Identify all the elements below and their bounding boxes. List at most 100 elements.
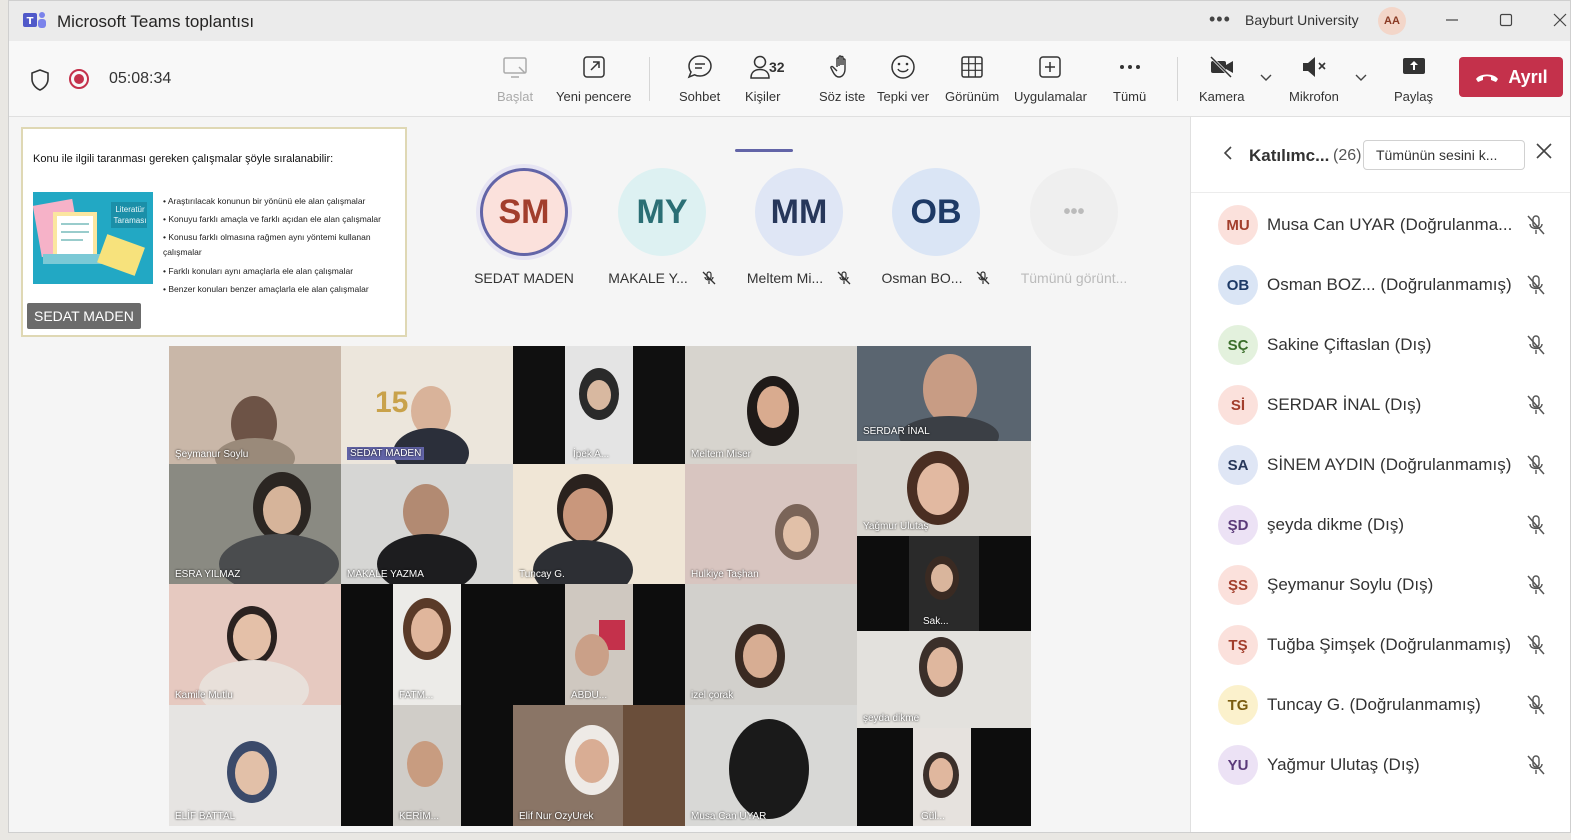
mic-off-icon[interactable] <box>1525 214 1547 236</box>
more-label: Tümü <box>1113 89 1147 104</box>
participant-row[interactable]: SÇ Sakine Çiftaslan (Dış) <box>1191 315 1570 375</box>
avatar: SA <box>1218 445 1258 485</box>
more-button[interactable]: Tümü <box>1113 53 1146 109</box>
slide-bullet: Farklı konuları aynı amaçlarla ele alan … <box>163 263 403 281</box>
mic-off-icon <box>977 271 990 285</box>
minimize-icon[interactable] <box>1441 9 1463 31</box>
mic-chevron-down-icon[interactable] <box>1354 71 1368 85</box>
mic-off-icon[interactable] <box>1525 454 1547 476</box>
mic-off-icon[interactable] <box>1525 754 1547 776</box>
video-tile[interactable]: ESRA YILMAZ <box>169 464 341 584</box>
video-tile[interactable]: KERİM... <box>341 705 513 826</box>
apps-label: Uygulamalar <box>1014 89 1087 104</box>
video-tile[interactable]: Sak... <box>857 536 1031 631</box>
video-tile[interactable]: Hulkiye Taşhan <box>685 464 857 584</box>
video-tile[interactable]: Kamile Mutlu <box>169 584 341 705</box>
video-tile[interactable]: İpek A... <box>513 346 685 464</box>
video-tile[interactable]: izel çorak <box>685 584 857 705</box>
video-tile[interactable]: ABDU... <box>513 584 685 705</box>
avatar: ŞS <box>1218 565 1258 605</box>
mic-off-icon[interactable] <box>1525 274 1547 296</box>
featured-participant[interactable]: SM SEDAT MADEN <box>474 168 574 286</box>
participant-row[interactable]: Sİ SERDAR İNAL (Dış) <box>1191 375 1570 435</box>
video-tile-name: ABDU... <box>571 690 608 701</box>
featured-participant[interactable]: MM Meltem Mi... <box>747 168 851 286</box>
video-tile[interactable]: SERDAR İNAL <box>857 346 1031 441</box>
mic-off-icon[interactable] <box>1525 394 1547 416</box>
mic-off-icon[interactable] <box>1525 694 1547 716</box>
grid-view-icon <box>961 56 983 78</box>
participant-row[interactable]: SA SİNEM AYDIN (Doğrulanmamış) <box>1191 435 1570 495</box>
apps-button[interactable]: Uygulamalar <box>1014 53 1087 109</box>
participant-name: SERDAR İNAL (Dış) <box>1267 395 1422 414</box>
view-all-participants[interactable]: ••• Tümünü görünt... <box>1021 168 1127 286</box>
start-button[interactable]: Başlat <box>497 53 533 109</box>
organization-name[interactable]: Bayburt University <box>1245 12 1359 28</box>
participant-row[interactable]: OB Osman BOZ... (Doğrulanmamış) <box>1191 255 1570 315</box>
mic-button[interactable]: Mikrofon <box>1289 53 1339 109</box>
participant-row[interactable]: MU Musa Can UYAR (Doğrulanma... <box>1191 195 1570 255</box>
camera-button[interactable]: Kamera <box>1199 53 1245 109</box>
close-window-icon[interactable] <box>1549 9 1570 31</box>
share-button[interactable]: Paylaş <box>1394 53 1433 109</box>
react-button[interactable]: Tepki ver <box>877 53 929 109</box>
avatar: MU <box>1218 205 1258 245</box>
camera-off-icon <box>1209 55 1233 79</box>
participant-row[interactable]: TG Tuncay G. (Doğrulanmamış) <box>1191 675 1570 735</box>
participant-row[interactable]: TŞ Tuğba Şimşek (Doğrulanmamış) <box>1191 615 1570 675</box>
participant-row[interactable]: YU Yağmur Ulutaş (Dış) <box>1191 735 1570 795</box>
leave-button[interactable]: Ayrıl <box>1459 57 1563 97</box>
avatar: MM <box>755 168 843 256</box>
participants-panel: Katılımc... (26) Tümünün sesini k... MMM… <box>1190 117 1570 832</box>
video-tile[interactable]: Gül... <box>857 728 1031 826</box>
pop-out-icon <box>582 56 605 78</box>
participants-list: MMMeltem Miser (Doğrulanmamış)MUMusa Can… <box>1191 145 1570 795</box>
camera-chevron-down-icon[interactable] <box>1259 71 1273 85</box>
participant-row[interactable]: ŞD şeyda dikme (Dış) <box>1191 495 1570 555</box>
shield-icon[interactable] <box>29 68 51 92</box>
view-button[interactable]: Görünüm <box>945 53 999 109</box>
user-avatar[interactable]: AA <box>1378 7 1406 35</box>
video-tile[interactable]: ELİF BATTAL <box>169 705 341 826</box>
mic-off-icon[interactable] <box>1525 334 1547 356</box>
mic-off-icon[interactable] <box>1525 634 1547 656</box>
video-tile[interactable]: Tuncay G. <box>513 464 685 584</box>
share-screen-icon <box>1402 58 1425 74</box>
video-tile[interactable]: Şeymanur Soylu <box>169 346 341 464</box>
avatar: SM <box>480 168 568 256</box>
participant-name: Tuğba Şimşek (Doğrulanmamış) <box>1267 635 1512 654</box>
new-window-label: Yeni pencere <box>556 89 632 104</box>
video-tile[interactable]: Meltem Miser <box>685 346 857 464</box>
featured-participant[interactable]: MY MAKALE Y... <box>608 168 716 286</box>
mic-off-icon[interactable] <box>1525 514 1547 536</box>
participant-name: Şeymanur Soylu (Dış) <box>1267 575 1434 594</box>
video-tile[interactable]: MAKALE YAZMA <box>341 464 513 584</box>
featured-participant[interactable]: OB Osman BO... <box>882 168 990 286</box>
video-tile[interactable]: Musa Can UYAR <box>685 705 857 826</box>
avatar: YU <box>1218 745 1258 785</box>
participant-name: MAKALE Y... <box>608 270 688 286</box>
video-tile[interactable]: FATM... <box>341 584 513 705</box>
chat-button[interactable]: Sohbet <box>679 53 720 109</box>
video-tile[interactable]: 15 SEDAT MADEN <box>341 346 513 464</box>
close-icon[interactable] <box>1535 142 1553 160</box>
more-dots-icon <box>1119 65 1140 69</box>
mute-all-button[interactable]: Tümünün sesini k... <box>1363 140 1525 170</box>
video-tile-name: MAKALE YAZMA <box>347 569 424 580</box>
participant-row[interactable]: ŞS Şeymanur Soylu (Dış) <box>1191 555 1570 615</box>
more-options-icon[interactable]: ••• <box>1209 9 1231 30</box>
maximize-icon[interactable] <box>1495 9 1517 31</box>
meeting-toolbar: 05:08:34 Başlat Yeni pencere Sohbet Kişi… <box>9 41 1570 152</box>
participant-name: Meltem Mi... <box>746 270 824 286</box>
shared-content-slide[interactable]: Konu ile ilgili taranması gereken çalışm… <box>21 127 407 337</box>
new-window-button[interactable]: Yeni pencere <box>556 53 631 109</box>
video-tile[interactable]: Elif Nur OzyUrek <box>513 705 685 826</box>
avatar: Sİ <box>1218 385 1258 425</box>
video-tile-name: Gül... <box>921 811 945 822</box>
video-tile[interactable]: şeyda dikme <box>857 631 1031 728</box>
chevron-left-icon[interactable] <box>1221 145 1235 161</box>
mic-off-icon[interactable] <box>1525 574 1547 596</box>
video-tile[interactable]: Yağmur Ulutaş <box>857 441 1031 536</box>
raise-hand-button[interactable]: Söz iste <box>819 53 865 109</box>
title-bar: T Microsoft Teams toplantısı ••• Bayburt… <box>9 1 1570 41</box>
